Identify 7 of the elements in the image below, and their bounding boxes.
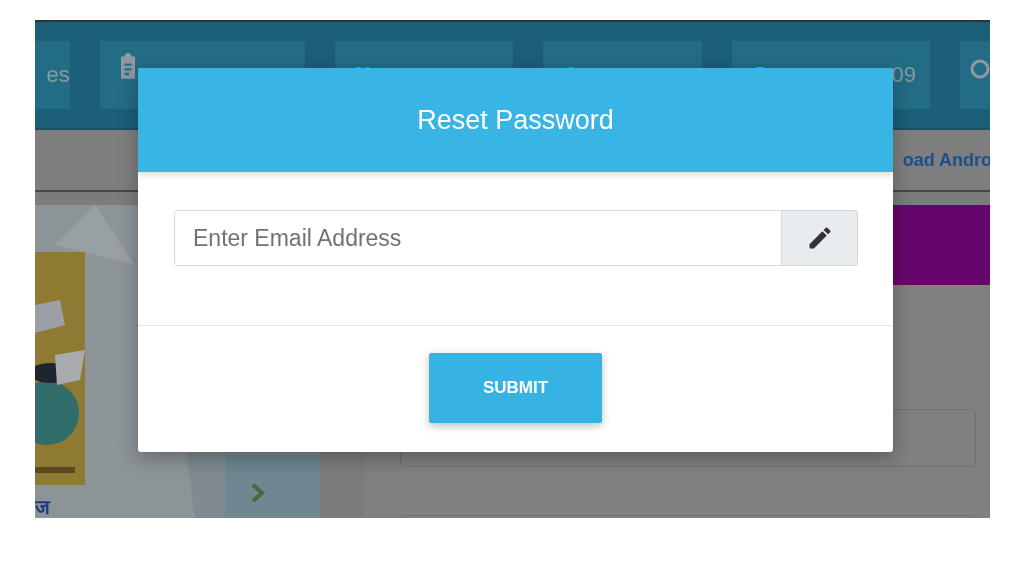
nav-tile[interactable]: es <box>35 41 70 109</box>
dialog-title: Reset Password <box>417 104 614 136</box>
email-input-field[interactable]: Enter Email Address <box>174 210 782 266</box>
banner-caption: ज <box>35 494 50 518</box>
chevron-right-icon[interactable] <box>251 483 265 503</box>
submit-button[interactable]: SUBMIT <box>429 353 602 423</box>
nav-tile[interactable] <box>960 41 990 109</box>
